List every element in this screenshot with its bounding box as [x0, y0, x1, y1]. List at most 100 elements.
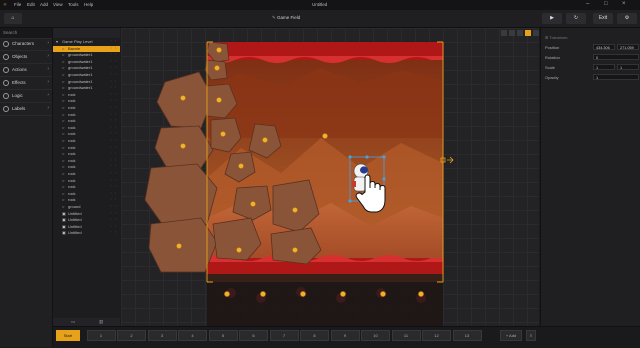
- scene-slot[interactable]: 10: [361, 330, 390, 341]
- scene-slot[interactable]: 13: [452, 330, 482, 341]
- layers-toggle-icon[interactable]: [533, 30, 539, 36]
- hierarchy-item[interactable]: ○ rock ◦ ◦: [53, 125, 120, 132]
- scale-x-field[interactable]: 1: [593, 64, 615, 70]
- resize-handle[interactable]: [365, 155, 369, 159]
- visibility-icon[interactable]: ◦ ◦: [111, 46, 117, 50]
- timeline-menu-icon[interactable]: ≡: [526, 330, 536, 341]
- scene-slot[interactable]: 3: [147, 330, 177, 341]
- coin-sprite[interactable]: [236, 247, 242, 253]
- hierarchy-item[interactable]: ○ groundwater1 ◦ ◦: [53, 72, 120, 79]
- scene-slot[interactable]: 5: [208, 330, 238, 341]
- scene-slot[interactable]: 8: [300, 330, 329, 341]
- exit-button[interactable]: Exit: [593, 13, 613, 24]
- visibility-icon[interactable]: ◦ ◦: [111, 118, 117, 122]
- coin-sprite[interactable]: [180, 95, 186, 101]
- hierarchy-item[interactable]: ○ rock ◦ ◦: [53, 105, 120, 112]
- hierarchy-item[interactable]: ○ rock ◦ ◦: [53, 191, 120, 198]
- hierarchy-item[interactable]: ○ rock ◦ ◦: [53, 158, 120, 165]
- visibility-icon[interactable]: ◦ ◦: [111, 59, 117, 63]
- delete-layer-icon[interactable]: ▥: [99, 319, 103, 325]
- scene-slot[interactable]: 2: [117, 330, 146, 341]
- arrow-right-icon[interactable]: [447, 156, 454, 164]
- visibility-icon[interactable]: ◦ ◦: [111, 85, 117, 89]
- hierarchy-item[interactable]: ○ rock ◦ ◦: [53, 178, 120, 185]
- maximize-icon[interactable]: □: [604, 1, 608, 7]
- add-layer-icon[interactable]: ▭: [71, 319, 75, 325]
- coin-sprite[interactable]: [216, 97, 222, 103]
- add-scene-button[interactable]: + Add: [500, 330, 522, 341]
- hierarchy-item[interactable]: ○ rock ◦ ◦: [53, 145, 120, 152]
- hierarchy-item[interactable]: ○ rock ◦ ◦: [53, 164, 120, 171]
- snap-toggle-icon[interactable]: [517, 30, 523, 36]
- hierarchy-item[interactable]: ○ rock ◦ ◦: [53, 171, 120, 178]
- hierarchy-item[interactable]: ○ Bacnie ◦ ◦: [53, 45, 120, 53]
- hierarchy-item[interactable]: ○ rock ◦ ◦: [53, 92, 120, 99]
- hierarchy-item[interactable]: ○ groundwater1 ◦ ◦: [53, 79, 120, 86]
- visibility-icon[interactable]: ◦ ◦: [111, 79, 117, 83]
- scene-slot[interactable]: 4: [178, 330, 207, 341]
- hierarchy-item[interactable]: ○ groundwater1 ◦ ◦: [53, 85, 120, 92]
- scale-y-field[interactable]: 1: [617, 64, 639, 70]
- visibility-icon[interactable]: ◦ ◦: [111, 191, 117, 195]
- menu-file[interactable]: File: [14, 2, 21, 7]
- scene-start[interactable]: Start: [56, 330, 80, 341]
- visibility-icon[interactable]: ◦ ◦: [111, 52, 117, 56]
- minimize-icon[interactable]: –: [586, 1, 589, 7]
- visibility-icon[interactable]: ◦ ◦: [111, 112, 117, 116]
- close-icon[interactable]: ×: [622, 1, 626, 7]
- hierarchy-item[interactable]: ○ rock ◦ ◦: [53, 197, 120, 204]
- scene-slot[interactable]: 7: [269, 330, 299, 341]
- coin-sprite[interactable]: [220, 131, 226, 137]
- scene-slot[interactable]: 1: [86, 330, 116, 341]
- visibility-icon[interactable]: ◦ ◦: [111, 138, 117, 142]
- visibility-icon[interactable]: ◦ ◦: [111, 65, 117, 69]
- scene-slot[interactable]: 11: [391, 330, 421, 341]
- visibility-icon[interactable]: ◦ ◦: [111, 105, 117, 109]
- menu-view[interactable]: View: [53, 2, 63, 7]
- scene-slot[interactable]: 6: [239, 330, 268, 341]
- hierarchy-item[interactable]: ○ rock ◦ ◦: [53, 118, 120, 125]
- visibility-icon[interactable]: ◦ ◦: [111, 164, 117, 168]
- hierarchy-item[interactable]: ▣ Untitled ◦ ◦: [53, 211, 120, 218]
- hierarchy-item[interactable]: ○ groundwater1 ◦ ◦: [53, 65, 120, 72]
- sidebar-item-effects[interactable]: Effects ›: [0, 77, 52, 90]
- menu-help[interactable]: Help: [84, 2, 93, 7]
- camera-toggle-icon[interactable]: [525, 30, 531, 36]
- hierarchy-item[interactable]: ○ groundwater1 ◦ ◦: [53, 52, 120, 59]
- visibility-icon[interactable]: ◦ ◦: [111, 125, 117, 129]
- visibility-icon[interactable]: ◦ ◦: [111, 131, 117, 135]
- coin-sprite[interactable]: [292, 247, 298, 253]
- coin-sprite[interactable]: [322, 133, 328, 139]
- hierarchy-item[interactable]: ○ rock ◦ ◦: [53, 112, 120, 119]
- view-toggle-icon[interactable]: [501, 30, 507, 36]
- sidebar-item-objects[interactable]: Objects ›: [0, 51, 52, 64]
- coin-sprite[interactable]: [380, 291, 386, 297]
- opacity-field[interactable]: 1: [593, 74, 639, 80]
- coin-sprite[interactable]: [292, 207, 298, 213]
- hierarchy-item[interactable]: ○ rock ◦ ◦: [53, 151, 120, 158]
- sidebar-item-labels[interactable]: Labels ›: [0, 103, 52, 116]
- hierarchy-item[interactable]: ○ rock ◦ ◦: [53, 131, 120, 138]
- coin-sprite[interactable]: [224, 291, 230, 297]
- visibility-icon[interactable]: ◦ ◦: [111, 197, 117, 201]
- sidebar-item-actions[interactable]: Actions ›: [0, 64, 52, 77]
- play-button[interactable]: ▶: [542, 13, 562, 24]
- visibility-icon[interactable]: ◦ ◦: [111, 211, 117, 215]
- visibility-icon[interactable]: ◦ ◦: [111, 171, 117, 175]
- hierarchy-item[interactable]: ○ rock ◦ ◦: [53, 138, 120, 145]
- menu-add[interactable]: Add: [40, 2, 48, 7]
- coin-sprite[interactable]: [300, 291, 306, 297]
- hierarchy-item[interactable]: ○ groundwater1 ◦ ◦: [53, 59, 120, 66]
- hierarchy-item[interactable]: ▾ Game Play Level ◦ ◦: [53, 39, 120, 46]
- rock-sprite[interactable]: [144, 163, 218, 229]
- resize-handle[interactable]: [348, 155, 352, 159]
- coin-sprite[interactable]: [176, 243, 182, 249]
- coin-sprite[interactable]: [340, 291, 346, 297]
- resize-handle[interactable]: [382, 177, 386, 181]
- coin-sprite[interactable]: [418, 291, 424, 297]
- hierarchy-item[interactable]: ▣ Untitled ◦ ◦: [53, 217, 120, 224]
- resize-handle[interactable]: [348, 199, 352, 203]
- coin-sprite[interactable]: [238, 163, 244, 169]
- coin-sprite[interactable]: [216, 47, 222, 53]
- home-button[interactable]: ⌂: [4, 13, 22, 24]
